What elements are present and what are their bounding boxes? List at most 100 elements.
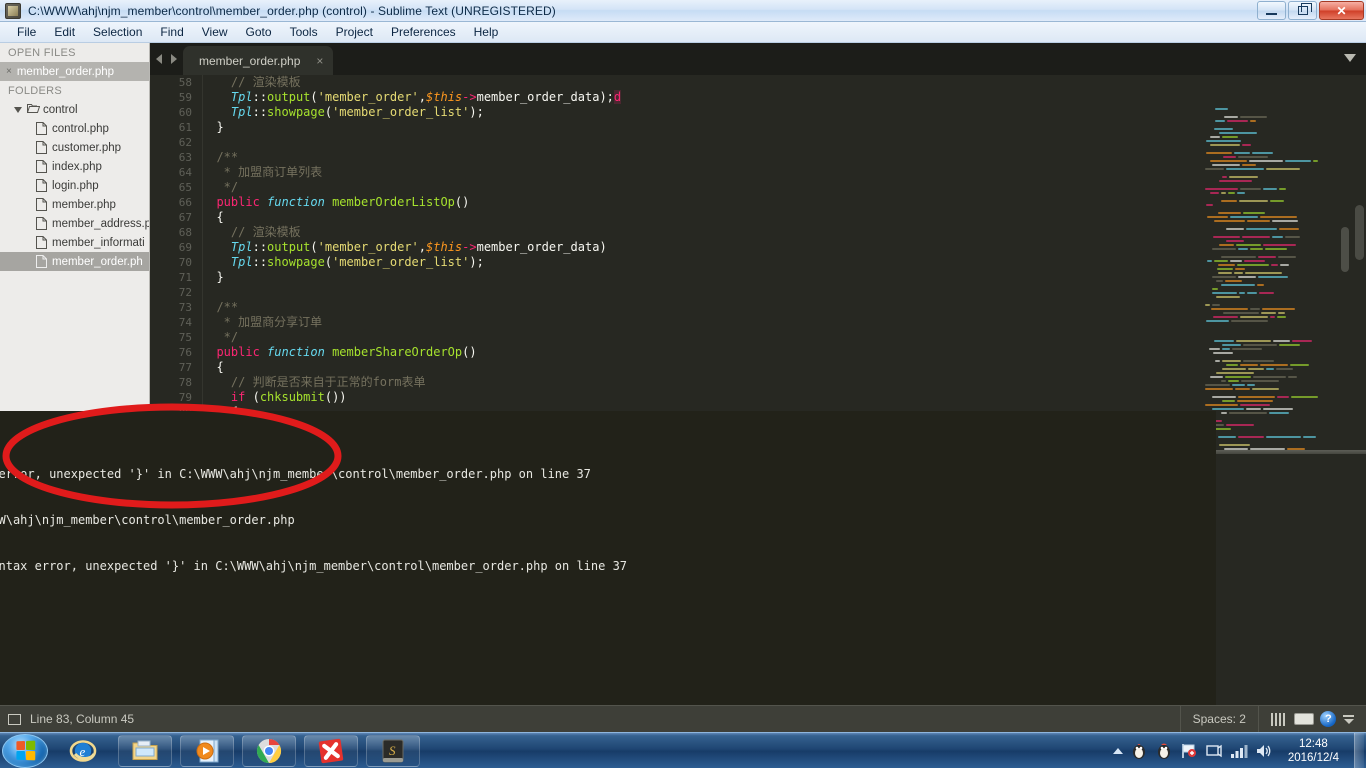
menu-preferences[interactable]: Preferences [382, 23, 465, 41]
menu-find[interactable]: Find [151, 23, 192, 41]
code-line[interactable]: public function memberOrderListOp() [202, 195, 1242, 210]
minimize-button[interactable] [1257, 1, 1286, 20]
minimap[interactable] [1202, 107, 1352, 450]
file-customer-php[interactable]: customer.php [0, 138, 149, 157]
code-line[interactable]: /** [202, 150, 1242, 165]
keyboard-icon[interactable] [1293, 713, 1314, 725]
file-label: control.php [52, 122, 109, 135]
code-line[interactable]: } [202, 120, 1242, 135]
side-panel-icon[interactable] [8, 713, 21, 725]
chevron-right-icon[interactable] [171, 54, 177, 64]
google-chrome-icon[interactable] [242, 734, 296, 767]
qq-icon[interactable] [1130, 742, 1148, 760]
code-token: () [454, 195, 470, 209]
code-token: showpage [267, 105, 325, 119]
folder-control[interactable]: control [0, 100, 149, 119]
close-icon[interactable]: × [316, 54, 323, 68]
minimap-viewport[interactable] [1341, 227, 1349, 272]
file-member-order-php[interactable]: member_order.ph [0, 252, 149, 271]
maximize-button[interactable] [1288, 1, 1317, 20]
line-number: 77 [178, 361, 192, 374]
menu-selection[interactable]: Selection [84, 23, 151, 41]
file-label: index.php [52, 160, 102, 173]
code-line[interactable]: { [202, 360, 1242, 375]
qq-icon-2[interactable] [1155, 742, 1173, 760]
code-line[interactable]: Tpl::output('member_order',$this->member… [202, 240, 1242, 255]
show-desktop-button[interactable] [1354, 732, 1364, 768]
xmind-icon[interactable] [304, 734, 358, 767]
code-line[interactable]: /** [202, 300, 1242, 315]
sublime-text-icon[interactable]: S [366, 734, 420, 767]
signal-icon[interactable] [1230, 743, 1248, 759]
file-control-php[interactable]: control.php [0, 119, 149, 138]
code-line[interactable]: Tpl::output('member_order',$this->member… [202, 90, 1242, 105]
taskbar: e S 12:48 2016/12/4 [0, 732, 1366, 768]
chevron-down-icon[interactable] [1344, 54, 1356, 62]
code-line[interactable]: */ [202, 330, 1242, 345]
tab-nav-arrows[interactable] [150, 43, 183, 75]
status-right: Spaces: 2 ? [1179, 705, 1366, 733]
code-line[interactable]: // 渲染模板 [202, 75, 1242, 90]
menu-tools[interactable]: Tools [281, 23, 327, 41]
menu-goto[interactable]: Goto [237, 23, 281, 41]
code-line[interactable] [202, 285, 1242, 300]
file-member-information-php[interactable]: member_informati [0, 233, 149, 252]
code-line[interactable]: } [202, 270, 1242, 285]
show-hidden-icons-arrow[interactable] [1112, 747, 1123, 754]
volume-icon[interactable] [1255, 743, 1273, 759]
code-line[interactable]: // 判断是否来自于正常的form表单 [202, 375, 1242, 390]
indentation-setting[interactable]: Spaces: 2 [1181, 706, 1258, 733]
code-token: function [267, 345, 325, 359]
flag-icon[interactable] [1180, 742, 1198, 760]
code-line[interactable]: * 加盟商订单列表 [202, 165, 1242, 180]
menu-help[interactable]: Help [465, 23, 508, 41]
chevron-left-icon[interactable] [156, 54, 162, 64]
media-player-icon[interactable] [180, 734, 234, 767]
file-member-php[interactable]: member.php [0, 195, 149, 214]
sublime-text-icon [5, 2, 21, 19]
more-icon[interactable] [1343, 714, 1354, 724]
tab-member-order-php[interactable]: member_order.php × [183, 46, 334, 75]
taskbar-clock[interactable]: 12:48 2016/12/4 [1280, 737, 1347, 765]
code-view[interactable]: 58 59 60 61 62 63 64 65 66 67 68 69 70 71 72 73 74 75 76 77… [150, 75, 1366, 450]
console-line: Parse error: syntax error, unexpected '}… [0, 466, 591, 481]
code-token: */ [202, 180, 239, 194]
vertical-scrollbar[interactable] [1355, 115, 1364, 450]
code-line[interactable]: * 加盟商分享订单 [202, 315, 1242, 330]
code-line[interactable]: { [202, 210, 1242, 225]
file-member-address-php[interactable]: member_address.p [0, 214, 149, 233]
scrollbar-thumb[interactable] [1355, 205, 1364, 260]
code-line[interactable]: public function memberShareOrderOp() [202, 345, 1242, 360]
help-icon[interactable]: ? [1320, 711, 1337, 727]
cursor-position: Line 83, Column 45 [30, 712, 135, 726]
clock-time: 12:48 [1299, 737, 1328, 750]
grid-icon[interactable] [1270, 712, 1287, 726]
close-button[interactable]: ✕ [1319, 1, 1364, 20]
chevron-down-icon[interactable] [14, 106, 22, 113]
code-line[interactable]: Tpl::showpage('member_order_list'); [202, 105, 1242, 120]
code-text[interactable]: // 渲染模板 Tpl::output('member_order',$this… [202, 75, 1242, 450]
file-icon [36, 122, 47, 135]
open-file-member-order[interactable]: × member_order.php [0, 62, 149, 81]
internet-explorer-icon[interactable]: e [56, 735, 110, 767]
code-token: chksubmit [259, 390, 325, 404]
file-index-php[interactable]: index.php [0, 157, 149, 176]
menu-view[interactable]: View [193, 23, 237, 41]
code-line[interactable]: Tpl::showpage('member_order_list'); [202, 255, 1242, 270]
file-login-php[interactable]: login.php [0, 176, 149, 195]
build-output-console[interactable]: Parse error: syntax error, unexpected '}… [0, 411, 1216, 705]
menu-file[interactable]: File [8, 23, 45, 41]
close-icon[interactable]: × [6, 66, 12, 77]
code-line[interactable]: */ [202, 180, 1242, 195]
menu-project[interactable]: Project [327, 23, 382, 41]
code-token: /** [202, 150, 239, 164]
window-title: C:\WWW\ahj\njm_member\control\member_ord… [28, 3, 556, 18]
file-explorer-icon[interactable] [118, 734, 172, 767]
code-line[interactable]: // 渲染模板 [202, 225, 1242, 240]
windows-start-button[interactable] [2, 733, 48, 768]
menu-edit[interactable]: Edit [45, 23, 84, 41]
code-line[interactable]: if (chksubmit()) [202, 390, 1242, 405]
code-line[interactable] [202, 135, 1242, 150]
network-icon[interactable] [1205, 742, 1223, 760]
